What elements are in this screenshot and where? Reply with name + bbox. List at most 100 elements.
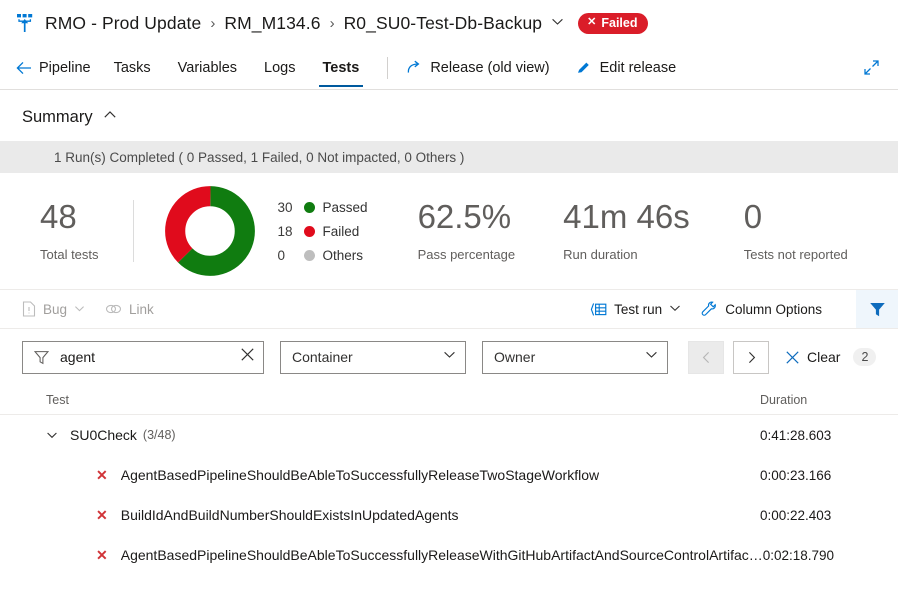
- chevron-right-icon: [748, 351, 755, 363]
- back-to-pipeline-button[interactable]: Pipeline: [16, 60, 91, 76]
- tests-not-reported-caption: Tests not reported: [743, 246, 848, 262]
- tab-tests[interactable]: Tests: [318, 48, 364, 87]
- owner-filter-dropdown[interactable]: Owner: [482, 340, 668, 374]
- legend-passed-dot-icon: [303, 201, 315, 213]
- link-icon: [105, 304, 122, 314]
- column-header-test[interactable]: Test: [46, 393, 760, 407]
- fullscreen-expand-icon[interactable]: [863, 59, 880, 76]
- chevron-up-icon[interactable]: [103, 108, 117, 127]
- filter-row: agent Container Owner Clear 2: [0, 329, 898, 385]
- pass-percentage-value: 62.5%: [417, 198, 512, 236]
- column-options-button[interactable]: Column Options: [701, 301, 822, 317]
- tab-bar: Pipeline Tasks Variables Logs Tests Rele…: [0, 46, 898, 90]
- table-row[interactable]: ✕ AgentBasedPipelineShouldBeAbleToSucces…: [0, 455, 898, 495]
- breadcrumb-bar: RMO - Prod Update › RM_M134.6 › R0_SU0-T…: [0, 0, 898, 46]
- test-name[interactable]: AgentBasedPipelineShouldBeAbleToSuccessf…: [121, 467, 599, 483]
- group-name: SU0Check: [70, 427, 137, 443]
- legend-item-others: 0 Others: [278, 248, 368, 263]
- filter-funnel-icon: [869, 302, 885, 316]
- column-header-duration[interactable]: Duration: [760, 393, 898, 407]
- summary-metrics: 48 Total tests 30 Passed 18 Failed 0 Oth…: [0, 173, 898, 289]
- test-name-filter[interactable]: agent: [22, 340, 264, 374]
- test-run-chevron-down-icon[interactable]: [669, 302, 681, 317]
- legend-failed-dot-icon: [303, 225, 315, 237]
- run-duration-value: 41m 46s: [563, 198, 690, 236]
- group-duration: 0:41:28.603: [760, 427, 832, 443]
- breadcrumb-item-release-definition[interactable]: RM_M134.6: [224, 13, 320, 34]
- test-name[interactable]: AgentBasedPipelineShouldBeAbleToSuccessf…: [121, 547, 763, 563]
- metric-pass-percentage: 62.5% Pass percentage: [418, 200, 516, 262]
- release-old-view-label: Release (old view): [430, 59, 550, 76]
- previous-page-button[interactable]: [688, 340, 724, 374]
- metric-run-duration: 41m 46s Run duration: [563, 200, 690, 262]
- legend-failed-count: 18: [277, 223, 293, 239]
- total-tests-value: 48: [40, 198, 77, 236]
- metric-total-tests: 48 Total tests: [40, 200, 99, 262]
- breadcrumb-chevron-down-icon[interactable]: [551, 15, 564, 33]
- breadcrumb-item-pipeline[interactable]: RMO - Prod Update: [45, 13, 201, 34]
- group-count: (3/48): [142, 428, 176, 442]
- results-grid-header: Test Duration: [0, 385, 898, 415]
- tab-variables[interactable]: Variables: [177, 48, 238, 87]
- metric-divider: [132, 200, 134, 262]
- container-filter-value: Container: [292, 349, 353, 365]
- runs-completed-strip: 1 Run(s) Completed ( 0 Passed, 1 Failed,…: [0, 141, 898, 173]
- create-bug-button[interactable]: Bug: [22, 301, 85, 317]
- status-badge-label: Failed: [601, 15, 638, 30]
- column-options-label: Column Options: [725, 301, 822, 317]
- tab-logs[interactable]: Logs: [263, 48, 296, 87]
- total-tests-caption: Total tests: [40, 246, 99, 262]
- owner-filter-value: Owner: [494, 349, 536, 365]
- bug-chevron-down-icon[interactable]: [74, 302, 85, 317]
- table-row[interactable]: ✕ BuildIdAndBuildNumberShouldExistsInUpd…: [0, 495, 898, 535]
- active-filter-count-badge: 2: [853, 348, 877, 366]
- run-duration-caption: Run duration: [563, 246, 638, 262]
- outcome-donut-chart: [164, 185, 256, 277]
- filter-funnel-icon: [34, 350, 49, 364]
- back-to-pipeline-label: Pipeline: [39, 59, 91, 76]
- external-link-icon: [408, 60, 420, 73]
- panel-icon: [590, 302, 607, 316]
- test-run-button[interactable]: Test run: [590, 302, 681, 317]
- legend-item-failed: 18 Failed: [278, 224, 368, 239]
- filter-toggle-button[interactable]: [856, 290, 898, 328]
- next-page-button[interactable]: [733, 340, 769, 374]
- link-button[interactable]: Link: [105, 302, 154, 317]
- clear-filters-label: Clear: [807, 349, 841, 365]
- pass-percentage-caption: Pass percentage: [417, 246, 516, 262]
- legend-others-dot-icon: [303, 249, 315, 261]
- test-name[interactable]: BuildIdAndBuildNumberShouldExistsInUpdat…: [121, 507, 459, 523]
- runs-completed-text: 1 Run(s) Completed ( 0 Passed, 1 Failed,…: [54, 149, 465, 165]
- test-failed-icon: ✕: [96, 547, 108, 563]
- test-failed-icon: ✕: [96, 507, 108, 523]
- release-old-view-button[interactable]: Release (old view): [406, 59, 550, 76]
- edit-release-button[interactable]: Edit release: [576, 59, 677, 76]
- edit-release-label: Edit release: [599, 59, 677, 76]
- chevron-down-icon: [645, 348, 658, 366]
- legend-others-count: 0: [277, 247, 286, 263]
- group-chevron-down-icon[interactable]: [46, 429, 58, 441]
- clear-filters-button[interactable]: Clear 2: [785, 348, 877, 366]
- breadcrumb-item-stage[interactable]: R0_SU0-Test-Db-Backup: [344, 13, 543, 34]
- legend-passed-count: 30: [277, 199, 293, 215]
- test-duration: 0:00:22.403: [760, 507, 832, 523]
- table-row-group[interactable]: SU0Check (3/48) 0:41:28.603: [0, 415, 898, 455]
- pencil-icon: [577, 62, 589, 73]
- tests-not-reported-value: 0: [743, 198, 763, 236]
- bug-report-icon: [22, 301, 36, 317]
- breadcrumb-separator-2: ›: [329, 14, 335, 32]
- breadcrumb-separator-1: ›: [210, 14, 216, 32]
- container-filter-dropdown[interactable]: Container: [280, 340, 466, 374]
- metric-tests-not-reported: 0 Tests not reported: [744, 200, 848, 262]
- search-input[interactable]: agent: [60, 349, 240, 365]
- toolbar-divider: [387, 56, 389, 79]
- chevron-down-icon: [443, 348, 456, 366]
- clear-search-icon[interactable]: [240, 347, 255, 367]
- test-failed-icon: ✕: [96, 467, 108, 483]
- legend-passed-label: Passed: [322, 199, 368, 215]
- legend-item-passed: 30 Passed: [278, 200, 368, 215]
- summary-section-header[interactable]: Summary: [0, 90, 898, 141]
- table-row[interactable]: ✕ AgentBasedPipelineShouldBeAbleToSucces…: [0, 535, 898, 575]
- status-badge: ✕ Failed: [578, 12, 649, 34]
- tab-tasks[interactable]: Tasks: [113, 48, 152, 87]
